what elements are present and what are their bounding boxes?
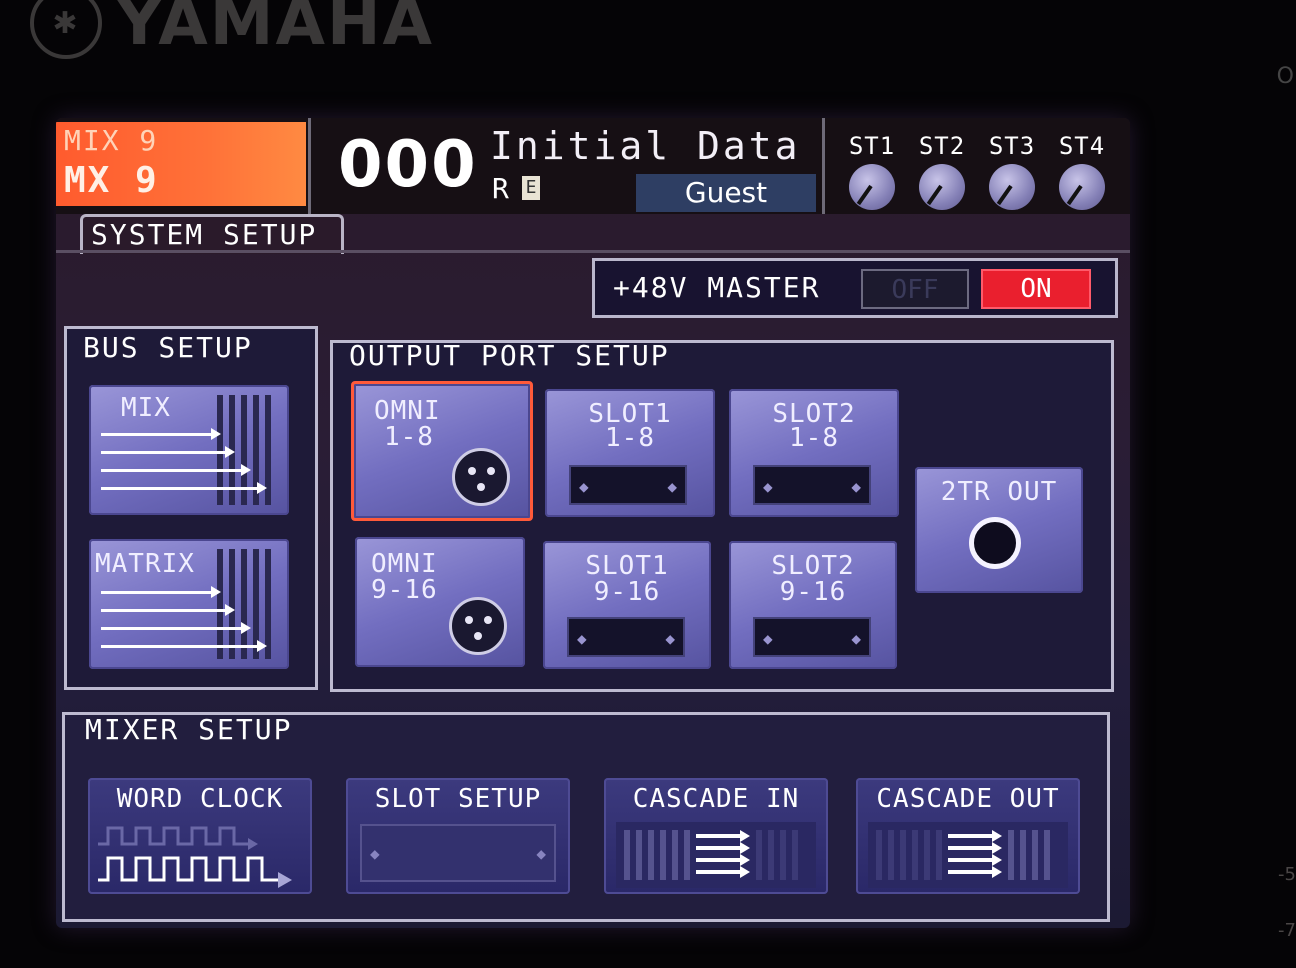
slot2-label: SLOT2 [771,551,855,581]
mix-bus-setup-button[interactable]: MIX [89,385,289,515]
st2-knob-group[interactable]: ST2 [910,132,974,210]
slot2-range: 9-16 [779,577,847,607]
slot2-1-8-button[interactable]: SLOT2 1-8 ◆ ◆ [729,389,899,517]
bus-setup-panel: BUS SETUP MIX MATRIX [64,326,318,690]
yamaha-brand: ✱ YAMAHA [30,0,434,60]
tab-divider [56,250,1130,253]
cascade-in-icon [616,822,816,888]
st4-label: ST4 [1058,132,1106,160]
word-clock-button[interactable]: WORD CLOCK [88,778,312,894]
output-port-setup-panel: OUTPUT PORT SETUP OMNI 1-8 SLOT1 1-8 ◆ ◆ … [330,339,1114,692]
phantom-on-button[interactable]: ON [981,269,1091,309]
bezel-scale-label: -7 [1278,920,1296,941]
st1-knob-group[interactable]: ST1 [840,132,904,210]
channel-short-name: MX 9 [64,160,159,201]
st1-label: ST1 [848,132,896,160]
st2-knob-icon[interactable] [919,164,965,210]
phantom-label: +48V MASTER [613,271,821,304]
st2-label: ST2 [918,132,966,160]
xlr-connector-icon [452,448,510,506]
brand-name: YAMAHA [116,0,435,60]
card-slot-icon: ◆ ◆ [360,824,556,882]
cascade-out-label: CASCADE OUT [876,784,1060,814]
2tr-out-label: 2TR OUT [940,477,1058,507]
st1-knob-icon[interactable] [849,164,895,210]
omni-range: 1-8 [384,422,434,452]
user-name-box[interactable]: Guest [636,174,816,212]
edit-flag: E [522,176,540,200]
bus-setup-title: BUS SETUP [83,331,253,364]
output-port-setup-title: OUTPUT PORT SETUP [349,339,670,372]
st4-knob-icon[interactable] [1059,164,1105,210]
slot1-9-16-button[interactable]: SLOT1 9-16 ◆ ◆ [543,541,711,669]
channel-name: MIX 9 [64,124,159,157]
card-slot-icon: ◆ ◆ [753,617,871,657]
slot2-9-16-button[interactable]: SLOT2 9-16 ◆ ◆ [729,541,897,669]
top-status-bar: MIX 9 MX 9 000 Initial Data R E Guest ST… [56,118,1130,214]
selected-channel-box[interactable]: MIX 9 MX 9 [56,122,306,206]
omni-1-8-button[interactable]: OMNI 1-8 [351,381,533,521]
st3-label: ST3 [988,132,1036,160]
yamaha-tuning-fork-logo-icon: ✱ [30,0,102,59]
clock-wave-icon [98,826,292,888]
cascade-out-button[interactable]: CASCADE OUT [856,778,1080,894]
read-only-flag: R [492,172,509,205]
slot1-range: 9-16 [593,577,661,607]
st3-knob-icon[interactable] [989,164,1035,210]
scene-title[interactable]: Initial Data [490,124,801,168]
matrix-bus-setup-button[interactable]: MATRIX [89,539,289,669]
2tr-out-button[interactable]: 2TR OUT [915,467,1083,593]
slot1-label: SLOT1 [585,551,669,581]
phone-jack-icon [969,517,1021,569]
st4-knob-group[interactable]: ST4 [1050,132,1114,210]
slot2-range: 1-8 [789,423,839,453]
omni-label: OMNI [371,549,438,579]
divider [822,118,825,214]
slot-setup-button[interactable]: SLOT SETUP ◆ ◆ [346,778,570,894]
bezel-mark: O [1276,64,1294,89]
phantom-power-master: +48V MASTER OFF ON [592,258,1118,318]
scene-number[interactable]: 000 [338,128,478,202]
cascade-out-icon [868,822,1068,888]
st3-knob-group[interactable]: ST3 [980,132,1044,210]
omni-label: OMNI [374,396,441,426]
divider [308,118,311,214]
card-slot-icon: ◆ ◆ [753,465,871,505]
phantom-off-button[interactable]: OFF [861,269,969,309]
card-slot-icon: ◆ ◆ [567,617,685,657]
bezel-scale-label: -5 [1278,864,1296,885]
mixer-setup-title: MIXER SETUP [85,713,293,746]
card-slot-icon: ◆ ◆ [569,465,687,505]
omni-range: 9-16 [371,575,438,605]
slot-setup-label: SLOT SETUP [374,784,542,814]
omni-9-16-button[interactable]: OMNI 9-16 [355,537,525,667]
tab-system-setup[interactable]: SYSTEM SETUP [80,214,344,254]
cascade-in-button[interactable]: CASCADE IN [604,778,828,894]
lcd-screen: MIX 9 MX 9 000 Initial Data R E Guest ST… [56,118,1130,928]
slot1-1-8-button[interactable]: SLOT1 1-8 ◆ ◆ [545,389,715,517]
word-clock-label: WORD CLOCK [116,784,284,814]
xlr-connector-icon [449,597,507,655]
slot1-range: 1-8 [605,423,655,453]
cascade-in-label: CASCADE IN [632,784,800,814]
